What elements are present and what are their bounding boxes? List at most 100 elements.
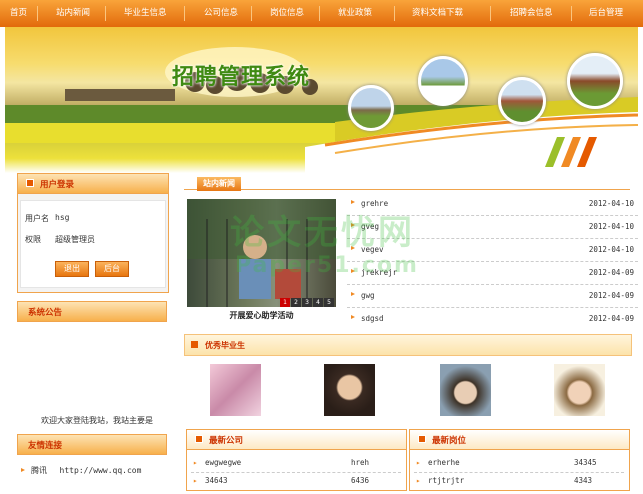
logout-button[interactable]: 退出 xyxy=(55,261,89,277)
companies-panel-title: 最新公司 xyxy=(209,436,244,446)
nav-divider xyxy=(571,6,572,21)
bullet-icon xyxy=(351,315,355,319)
list-item[interactable]: sdgsd 2012-04-09 xyxy=(347,308,638,330)
nav-item-admin[interactable]: 后台管理 xyxy=(589,0,623,27)
nav-divider xyxy=(251,6,252,21)
site-title: 招聘管理系统 xyxy=(172,64,311,90)
nav-divider xyxy=(184,6,185,21)
link-item[interactable]: 腾讯 http://www.qq.com xyxy=(31,465,141,476)
table-row[interactable]: ▸ 34643 6436 xyxy=(191,472,401,490)
table-row[interactable]: ▸ erherhe 34345 xyxy=(414,454,624,473)
notice-panel: 系统公告 欢迎大家登陆我站，我站主要是 xyxy=(17,301,167,429)
news-date: 2012-04-09 xyxy=(588,291,634,300)
companies-panel-header: 最新公司 xyxy=(187,430,406,450)
nav-item-jobs[interactable]: 岗位信息 xyxy=(270,0,304,27)
news-date: 2012-04-10 xyxy=(588,245,634,254)
nav-item-companies[interactable]: 公司信息 xyxy=(204,0,238,27)
photo-bubble-village xyxy=(567,53,623,109)
bullet-icon: ▸ xyxy=(416,476,421,485)
news-photo-caption: 开展爱心助学活动 xyxy=(229,311,294,320)
jobs-panel-header: 最新岗位 xyxy=(410,430,629,450)
company-name: 34643 xyxy=(205,476,228,485)
nav-item-home[interactable]: 首页 xyxy=(10,0,27,27)
slideshow-pager: 1 2 3 4 5 xyxy=(280,298,334,307)
company-value: 6436 xyxy=(351,476,370,485)
news-title: gwg xyxy=(361,291,375,300)
graduates-header: 优秀毕业生 xyxy=(184,334,632,356)
page-dot[interactable]: 5 xyxy=(324,298,334,307)
news-title: sdgsd xyxy=(361,314,384,323)
links-panel-title: 友情连接 xyxy=(28,441,63,451)
bullet-icon xyxy=(191,341,198,348)
page-dot[interactable]: 3 xyxy=(302,298,312,307)
bullet-icon xyxy=(351,200,355,204)
graduate-photo[interactable] xyxy=(554,364,605,416)
graduate-photo[interactable] xyxy=(440,364,491,416)
username-value: hsg xyxy=(55,213,70,222)
bullet-icon xyxy=(195,435,203,443)
tab-news[interactable]: 站内新闻 xyxy=(197,177,241,191)
nav-item-news[interactable]: 站内新闻 xyxy=(56,0,90,27)
job-name: rtjtrjtr xyxy=(428,476,465,485)
page-dot[interactable]: 2 xyxy=(291,298,301,307)
table-row[interactable]: ▸ ewgwegwe hreh xyxy=(191,454,401,473)
nav-divider xyxy=(105,6,106,21)
news-header-line xyxy=(184,189,630,190)
photo-bubble-house xyxy=(418,56,468,106)
notice-panel-title: 系统公告 xyxy=(28,308,63,318)
jobs-panel-title: 最新岗位 xyxy=(432,436,467,446)
nav-divider xyxy=(490,6,491,21)
username-label: 用户名 xyxy=(25,214,49,223)
nav-item-graduates[interactable]: 毕业生信息 xyxy=(124,0,167,27)
watermark-url: Paper51.com xyxy=(235,253,419,278)
nav-item-jobfair[interactable]: 招聘会信息 xyxy=(510,0,553,27)
table-row[interactable]: ▸ rtjtrjtr 4343 xyxy=(414,472,624,490)
job-value: 34345 xyxy=(574,458,597,467)
nav-divider xyxy=(394,6,395,21)
admin-button[interactable]: 后台 xyxy=(95,261,129,277)
links-panel-header: 友情连接 xyxy=(17,434,167,455)
photo-bubble-farm xyxy=(348,85,394,131)
photo-bubble-barn xyxy=(498,77,546,125)
bullet-icon xyxy=(21,468,25,472)
bullet-icon: ▸ xyxy=(193,476,198,485)
graduate-photo[interactable] xyxy=(324,364,375,416)
nav-item-policy[interactable]: 就业政策 xyxy=(338,0,372,27)
link-item-url: http://www.qq.com xyxy=(59,466,142,475)
notice-text: 欢迎大家登陆我站，我站主要是 xyxy=(41,416,153,425)
links-panel: 友情连接 腾讯 http://www.qq.com xyxy=(17,434,167,494)
list-item[interactable]: gwg 2012-04-09 xyxy=(347,285,638,308)
news-date: 2012-04-10 xyxy=(588,199,634,208)
companies-panel: 最新公司 ▸ ewgwegwe hreh ▸ 34643 6436 xyxy=(186,429,407,491)
jobs-panel: 最新岗位 ▸ erherhe 34345 ▸ rtjtrjtr 4343 xyxy=(409,429,630,491)
bullet-icon: ▸ xyxy=(416,458,421,467)
news-date: 2012-04-09 xyxy=(588,268,634,277)
login-panel: 用户登录 用户名 hsg 权限 超级管理员 退出 后台 xyxy=(17,173,169,293)
job-name: erherhe xyxy=(428,458,460,467)
notice-panel-header: 系统公告 xyxy=(17,301,167,322)
login-panel-title: 用户登录 xyxy=(40,180,75,190)
bullet-icon xyxy=(351,292,355,296)
nav-item-downloads[interactable]: 资料文档下载 xyxy=(412,0,463,27)
bullet-icon: ▸ xyxy=(193,458,198,467)
company-value: hreh xyxy=(351,458,370,467)
bullet-icon xyxy=(26,179,34,187)
company-name: ewgwegwe xyxy=(205,458,242,467)
news-date: 2012-04-10 xyxy=(588,222,634,231)
top-nav: 首页 站内新闻 毕业生信息 公司信息 岗位信息 就业政策 资料文档下载 招聘会信… xyxy=(0,0,643,27)
news-date: 2012-04-09 xyxy=(588,314,634,323)
bullet-icon xyxy=(418,435,426,443)
login-panel-body: 用户名 hsg 权限 超级管理员 xyxy=(20,200,166,288)
job-value: 4343 xyxy=(574,476,593,485)
link-item-name: 腾讯 xyxy=(31,466,47,475)
page-dot[interactable]: 4 xyxy=(313,298,323,307)
role-value: 超级管理员 xyxy=(55,235,95,244)
graduates-title: 优秀毕业生 xyxy=(205,341,245,350)
page-dot[interactable]: 1 xyxy=(280,298,290,307)
header-banner: 招聘管理系统 xyxy=(5,27,638,173)
role-label: 权限 xyxy=(25,235,41,244)
login-panel-header: 用户登录 xyxy=(18,174,168,194)
nav-divider xyxy=(37,6,38,21)
watermark-text: 论文无忧网 xyxy=(230,213,415,253)
graduate-photo[interactable] xyxy=(210,364,261,416)
